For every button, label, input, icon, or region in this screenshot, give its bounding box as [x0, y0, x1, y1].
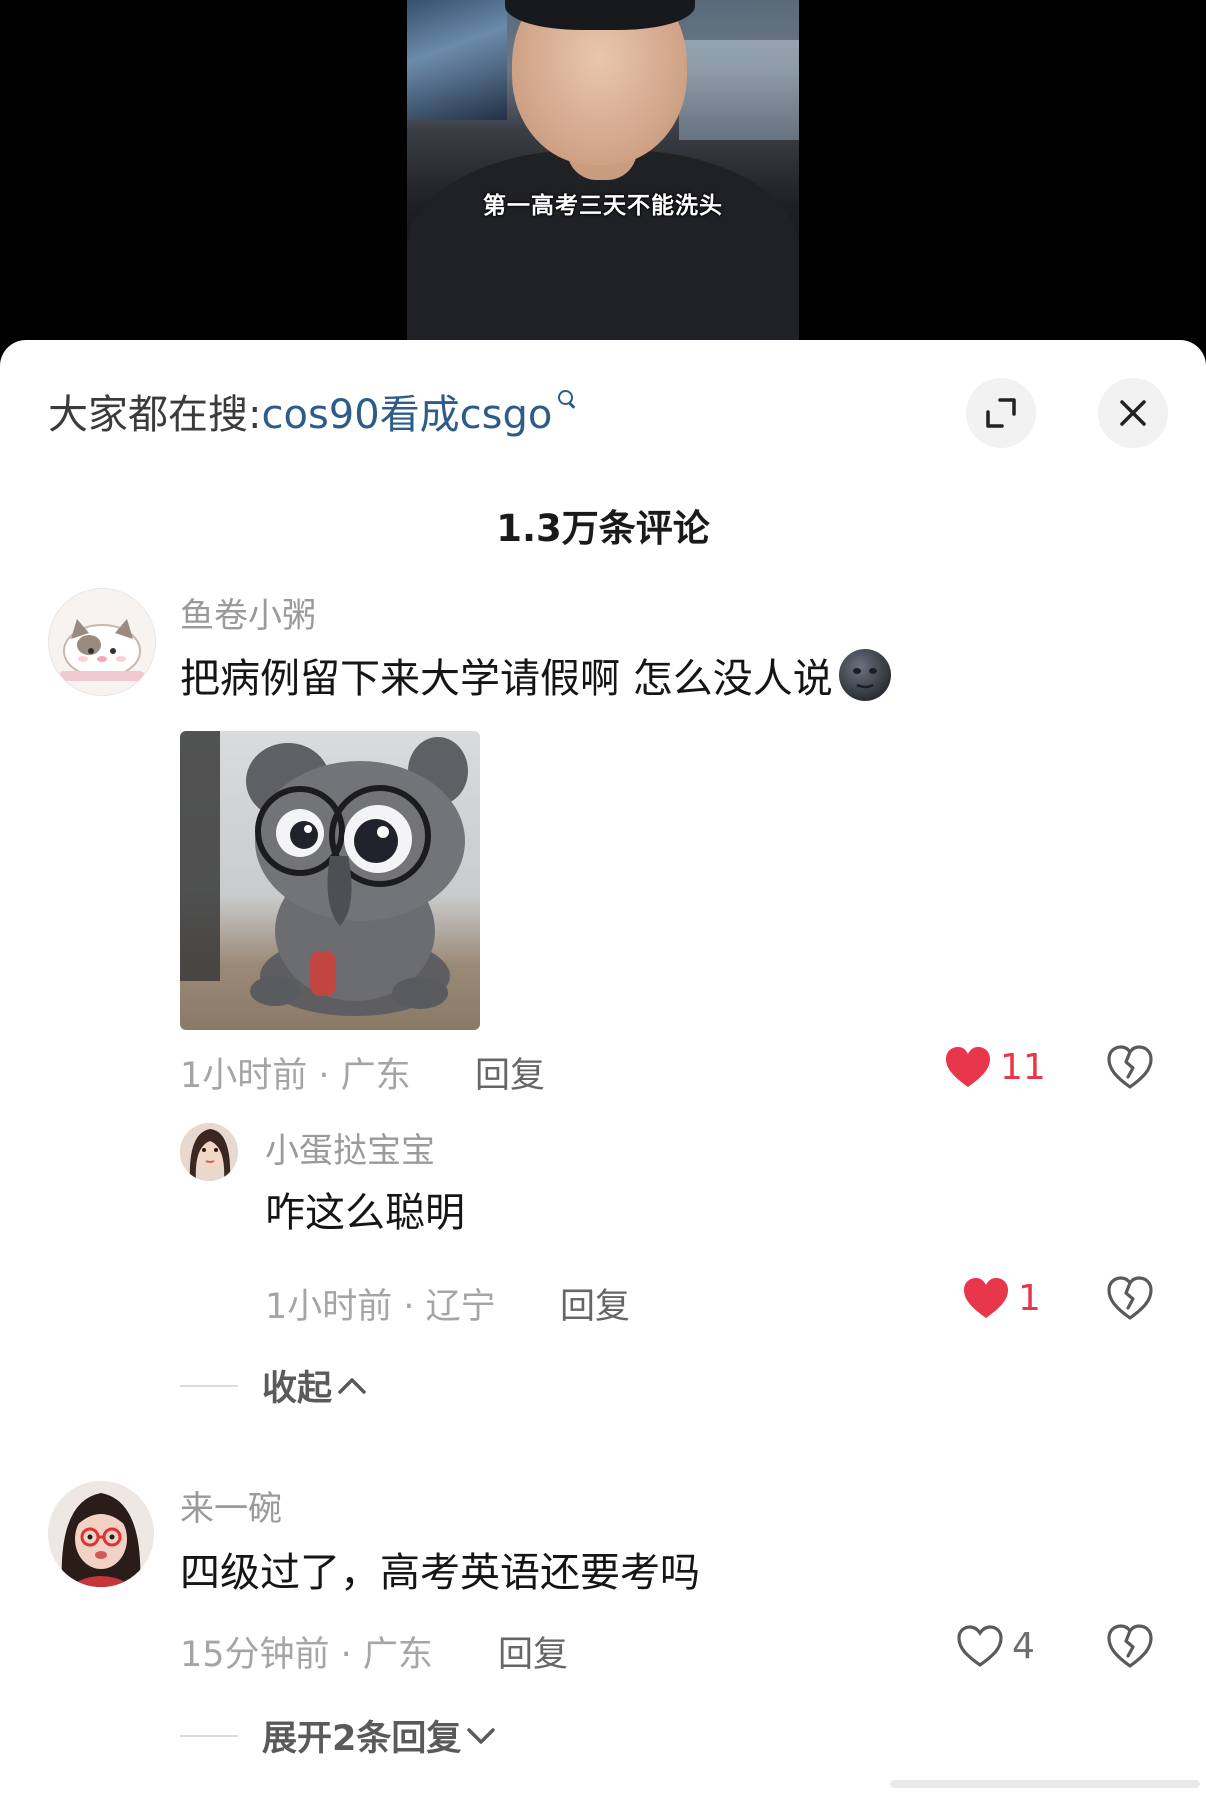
reply-meta: 1小时前 · 辽宁 — [265, 1287, 496, 1327]
trending-search[interactable]: 大家都在搜: cos90看成csgo — [48, 386, 576, 438]
comment-text: 把病例留下来大学请假啊 怎么没人说 — [180, 646, 893, 704]
divider — [180, 1384, 238, 1387]
girl-avatar-icon — [180, 1123, 238, 1181]
like-count: 4 — [1012, 1625, 1035, 1667]
comment-username[interactable]: 来一碗 — [180, 1481, 282, 1530]
avatar[interactable] — [48, 588, 156, 696]
trending-search-link[interactable]: cos90看成csgo — [261, 382, 552, 440]
dislike-broken-heart-icon[interactable] — [1106, 1623, 1154, 1669]
heart-filled-icon — [946, 1047, 990, 1087]
search-icon — [556, 388, 576, 412]
like-button[interactable]: 1 — [962, 1276, 1041, 1320]
like-count: 1 — [1018, 1277, 1041, 1319]
dislike-broken-heart-icon[interactable] — [1106, 1275, 1154, 1321]
expand-replies-button[interactable]: 展开2条回复 — [180, 1710, 497, 1761]
heart-filled-icon — [964, 1278, 1008, 1318]
collapse-label: 收起 — [262, 1369, 333, 1409]
comment-input-bar-edge — [890, 1780, 1200, 1788]
video-background-shelf — [679, 40, 799, 140]
reply-button[interactable]: 回复 — [498, 1626, 568, 1677]
avatar[interactable] — [48, 1481, 154, 1587]
video-background-board — [407, 0, 507, 120]
comment-meta: 15分钟前 · 广东 — [180, 1635, 433, 1675]
close-icon — [1120, 400, 1146, 426]
comment-username[interactable]: 鱼卷小粥 — [180, 588, 316, 637]
expand-button[interactable] — [966, 378, 1036, 448]
comment-panel: 大家都在搜: cos90看成csgo 1.3万条评论 鱼卷小粥 把病例留下来大学… — [0, 340, 1206, 1802]
trending-search-prefix: 大家都在搜: — [48, 392, 262, 438]
reply-text: 咋这么聪明 — [265, 1190, 465, 1236]
video-player[interactable]: 第一高考三天不能洗头 — [0, 0, 1206, 360]
reply-button[interactable]: 回复 — [475, 1047, 545, 1098]
chevron-up-icon — [338, 1377, 366, 1394]
dislike-broken-heart-icon[interactable] — [1106, 1044, 1154, 1090]
comment-meta: 1小时前 · 广东 — [180, 1056, 411, 1096]
reply-button[interactable]: 回复 — [560, 1278, 630, 1329]
like-button[interactable]: 4 — [956, 1624, 1035, 1668]
heart-outline-icon — [957, 1625, 1003, 1667]
collapse-replies-button[interactable]: 收起 — [180, 1360, 368, 1411]
comment-sticker-image[interactable] — [180, 731, 480, 1030]
reply-avatar[interactable] — [180, 1123, 238, 1181]
koala-sticker-icon — [180, 731, 468, 1016]
like-count: 11 — [1000, 1046, 1046, 1088]
cat-avatar-icon — [49, 589, 155, 695]
comment-text: 四级过了，高考英语还要考吗 — [180, 1550, 700, 1596]
expand-icon — [986, 398, 1016, 428]
reply-username[interactable]: 小蛋挞宝宝 — [265, 1123, 435, 1172]
chevron-down-icon — [467, 1727, 496, 1744]
comment-count-title: 1.3万条评论 — [496, 507, 710, 550]
comment-text-content: 把病例留下来大学请假啊 怎么没人说 — [180, 656, 833, 702]
close-button[interactable] — [1098, 378, 1168, 448]
divider — [180, 1734, 238, 1737]
video-frame[interactable]: 第一高考三天不能洗头 — [407, 0, 799, 345]
video-subtitle: 第一高考三天不能洗头 — [483, 193, 723, 219]
like-button[interactable]: 11 — [944, 1045, 1046, 1089]
child-avatar-icon — [48, 1481, 154, 1587]
new-moon-face-emoji-icon — [838, 649, 891, 701]
expand-replies-label: 展开2条回复 — [262, 1719, 462, 1759]
